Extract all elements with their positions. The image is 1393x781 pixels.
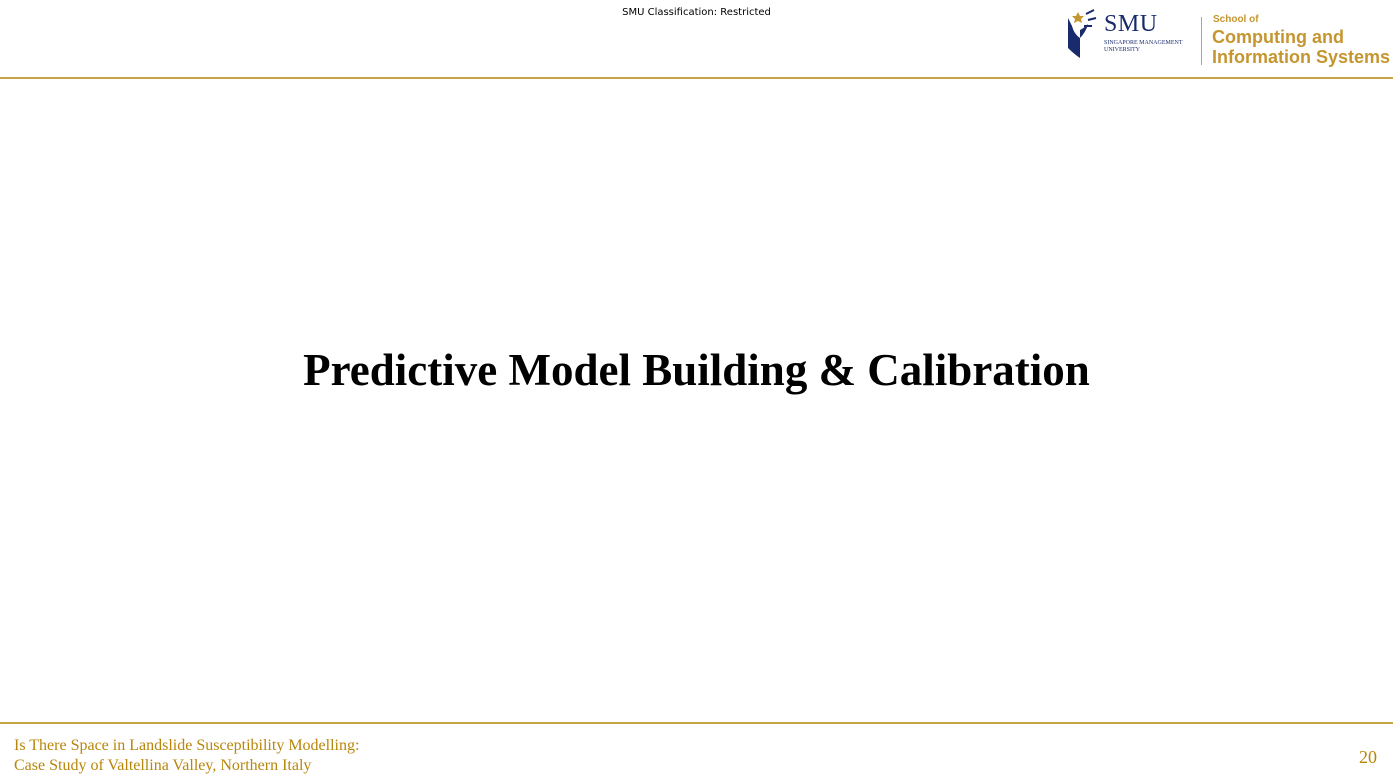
- school-name: Computing and Information Systems: [1212, 27, 1391, 67]
- smu-emblem-icon: [1068, 9, 1097, 58]
- slide-title: Predictive Model Building & Calibration: [303, 345, 1090, 395]
- school-prefix: School of: [1213, 14, 1259, 25]
- smu-scis-logo: SMU SINGAPORE MANAGEMENT UNIVERSITY Scho…: [1064, 8, 1390, 70]
- footer-title-line2: Case Study of Valtellina Valley, Norther…: [14, 757, 312, 774]
- footer-title-line1: Is There Space in Landslide Susceptibili…: [14, 737, 360, 754]
- smu-wordmark: SMU: [1104, 11, 1158, 37]
- header-divider: [0, 77, 1393, 79]
- smu-full-name: SINGAPORE MANAGEMENT UNIVERSITY: [1104, 40, 1183, 53]
- footer-presentation-title: Is There Space in Landslide Susceptibili…: [14, 736, 359, 776]
- footer-divider: [0, 722, 1393, 724]
- page-number: 20: [1359, 747, 1377, 767]
- logo-divider: [1201, 17, 1202, 65]
